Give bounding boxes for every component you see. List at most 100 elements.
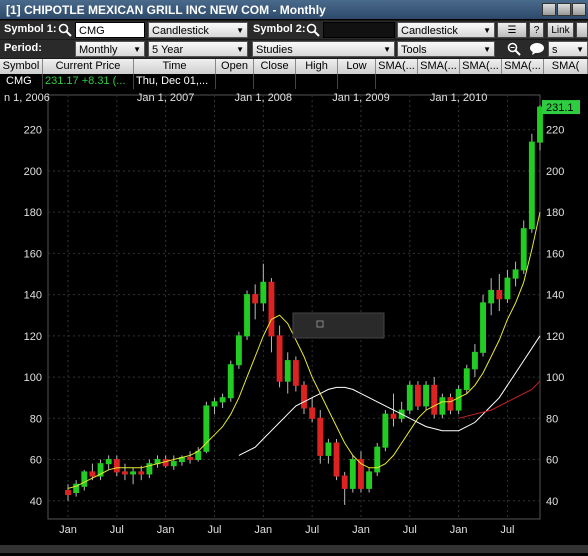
x-tick-label-top: Jan 1, 2009 <box>332 92 390 104</box>
y-tick-label-left: 200 <box>24 166 42 178</box>
chart-type2-select[interactable]: Candlestick <box>397 22 495 39</box>
symbol2-input[interactable] <box>323 22 395 38</box>
link-button[interactable]: Link <box>547 22 574 38</box>
y-tick-label-left: 160 <box>24 248 42 260</box>
x-tick-label-bottom: Jan <box>450 524 468 536</box>
menu-button[interactable]: ☰ <box>497 22 527 38</box>
last-price-label: 231.1 <box>546 102 574 114</box>
candle-body <box>496 290 503 300</box>
candle-body <box>219 397 226 403</box>
period-toolbar: Period: Monthly 5 Year Studies Tools s <box>0 40 588 58</box>
col-sma-3[interactable]: SMA(... <box>460 59 502 74</box>
x-tick-label-bottom: Jul <box>305 524 319 536</box>
title-bar: [1] CHIPOTLE MEXICAN GRILL INC NEW COM -… <box>0 0 588 20</box>
candle-body <box>439 397 446 415</box>
col-symbol[interactable]: Symbol <box>0 59 43 74</box>
row-open <box>216 74 254 89</box>
x-tick-label-bottom: Jul <box>403 524 417 536</box>
y-tick-label-right: 100 <box>546 372 564 384</box>
col-sma-5[interactable]: SMA( <box>544 59 588 74</box>
candle-body <box>341 475 348 489</box>
candle-body <box>382 413 389 448</box>
row-symbol: CMG <box>0 74 43 89</box>
x-tick-label-bottom: Jan <box>59 524 77 536</box>
candle-body <box>520 228 527 271</box>
candle-body <box>122 471 128 475</box>
col-sma-4[interactable]: SMA(... <box>502 59 544 74</box>
search-icon[interactable] <box>58 23 72 37</box>
x-tick-label-top: n 1, 2006 <box>4 92 50 104</box>
candle-body <box>528 141 535 230</box>
candle-body <box>406 384 413 411</box>
tools-select[interactable]: Tools <box>397 41 495 58</box>
maximize-button[interactable] <box>557 3 571 16</box>
y-tick-label-right: 40 <box>546 496 558 508</box>
y-tick-label-left: 220 <box>24 125 42 137</box>
y-tick-label-right: 180 <box>546 207 564 219</box>
quote-row[interactable]: CMG 231.17 +8.31 (... Thu, Dec 01,... <box>0 74 588 89</box>
col-time[interactable]: Time <box>134 59 216 74</box>
col-high[interactable]: High <box>296 59 338 74</box>
symbol1-input[interactable]: CMG <box>75 22 145 38</box>
period-select[interactable]: Monthly <box>75 41 145 58</box>
candle-body <box>488 290 495 304</box>
col-open[interactable]: Open <box>216 59 254 74</box>
y-tick-label-left: 140 <box>24 290 42 302</box>
candle-body <box>537 106 543 143</box>
candle-body <box>268 281 275 337</box>
chart-type1-select[interactable]: Candlestick <box>148 22 248 39</box>
range-select[interactable]: 5 Year <box>148 41 248 58</box>
zoom-icon[interactable] <box>507 42 521 56</box>
row-current-price: 231.17 +8.31 (... <box>43 74 134 89</box>
row-high <box>296 74 338 89</box>
candle-body <box>512 269 519 279</box>
y-tick-label-left: 180 <box>24 207 42 219</box>
candle-body <box>463 368 470 390</box>
row-low <box>338 74 376 89</box>
y-tick-label-right: 140 <box>546 290 564 302</box>
candle-body <box>349 459 356 489</box>
candle-body <box>309 407 316 419</box>
candle-body <box>170 461 177 467</box>
studies-select[interactable]: Studies <box>252 41 395 58</box>
candle-body <box>455 388 462 411</box>
candle-body <box>130 471 137 475</box>
candle-body <box>504 277 511 300</box>
tooltip-box <box>292 312 385 339</box>
period-label: Period: <box>4 42 42 54</box>
chart-canvas[interactable]: 40 40 60 60 80 80 100 100 120 120 140 140 160 160 180 1… <box>0 89 588 553</box>
candle-body <box>292 360 299 386</box>
col-sma-1[interactable]: SMA(... <box>376 59 418 74</box>
plot-area <box>47 94 541 520</box>
overflow-button[interactable] <box>576 22 588 38</box>
y-tick-label-right: 60 <box>546 455 558 467</box>
col-sma-2[interactable]: SMA(... <box>418 59 460 74</box>
candle-body <box>244 294 250 337</box>
candle-body <box>366 471 373 489</box>
minimize-button[interactable] <box>542 3 556 16</box>
chat-icon[interactable] <box>529 42 545 56</box>
x-tick-label-bottom: Jan <box>254 524 272 536</box>
candle-body <box>301 384 307 409</box>
price-chart[interactable]: 40 40 60 60 80 80 100 100 120 120 140 140 160 160 180 1… <box>0 89 588 553</box>
y-tick-label-left: 100 <box>24 372 42 384</box>
list-icon: ☰ <box>507 25 517 36</box>
extra-select[interactable]: s <box>548 41 588 58</box>
search-icon-2[interactable] <box>306 23 320 37</box>
row-time: Thu, Dec 01,... <box>134 74 216 89</box>
col-low[interactable]: Low <box>338 59 376 74</box>
col-current-price[interactable]: Current Price <box>43 59 134 74</box>
x-tick-label-bottom: Jul <box>110 524 124 536</box>
candle-body <box>390 413 397 419</box>
chart-window: [1] CHIPOTLE MEXICAN GRILL INC NEW COM -… <box>0 0 588 553</box>
candle-body <box>276 335 283 382</box>
y-tick-label-left: 120 <box>24 331 42 343</box>
x-tick-label-top: Jan 1, 2008 <box>235 92 293 104</box>
col-close[interactable]: Close <box>254 59 296 74</box>
candle-body <box>260 281 267 304</box>
help-button[interactable]: ? <box>529 22 544 38</box>
close-button[interactable] <box>572 3 586 16</box>
candle-body <box>431 384 438 415</box>
candle-body <box>227 364 234 399</box>
candle-body <box>471 351 478 370</box>
